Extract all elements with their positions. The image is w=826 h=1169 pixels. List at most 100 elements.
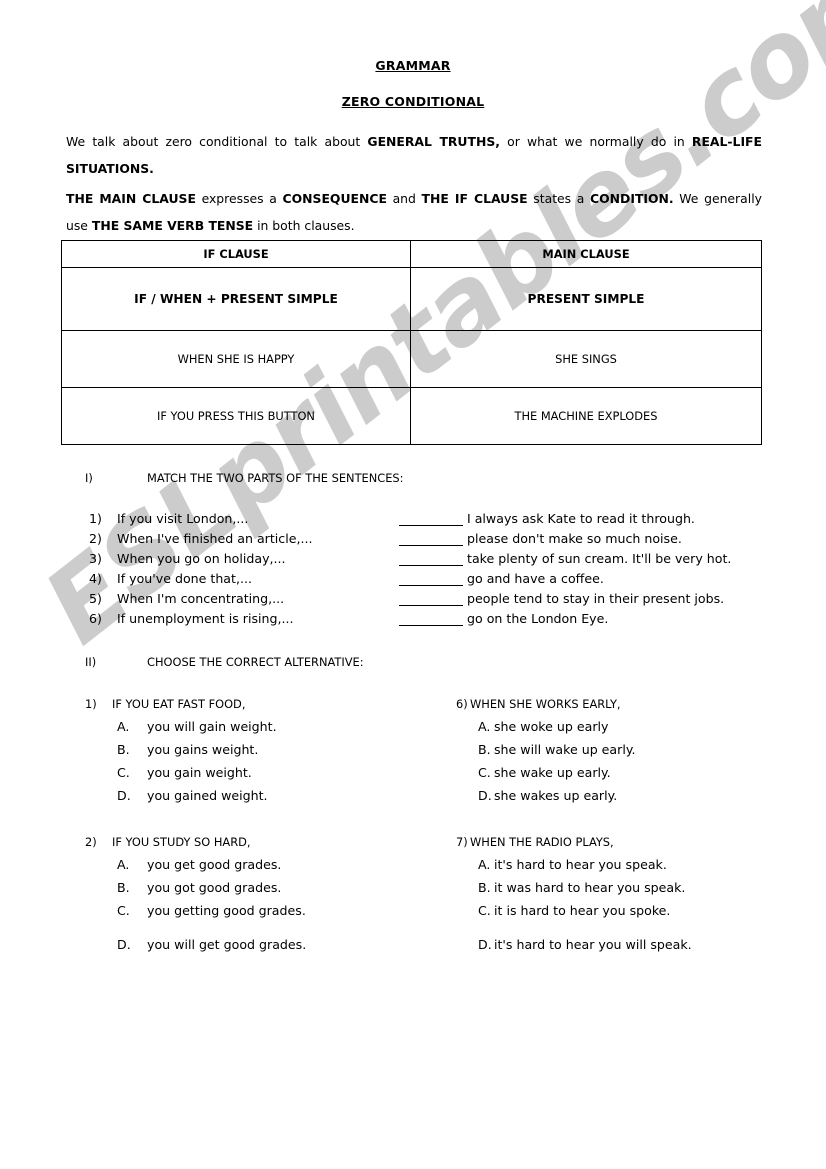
option-1d[interactable]: D. you gained weight. [85,788,277,811]
question-block-6: 6) WHEN SHE WORKS EARLY, A. she woke up ea… [456,697,636,811]
match-right-3: take plenty of sun cream. It'll be very … [467,551,732,566]
intro-p2-bold-1: THE MAIN CLAUSE [66,191,196,206]
intro-p1-bold-1: GENERAL TRUTHS, [367,134,500,149]
match-right-5: people tend to stay in their present job… [467,591,725,606]
option-7c[interactable]: C. it is hard to hear you spoke. [456,903,692,926]
intro-p2-bold-5: THE SAME VERB TENSE [91,218,254,233]
page-subtitle-text: ZERO CONDITIONAL [341,94,485,109]
match-right-2: please don't make so much noise. [467,531,682,546]
match-number-2: 2) [89,531,102,546]
option-2b[interactable]: B. you got good grades. [85,880,306,903]
table-header-if-clause: IF CLAUSE [61,240,411,268]
table-cell-if-formula: IF / WHEN + PRESENT SIMPLE [61,267,411,331]
option-letter-1b: B. [117,742,130,757]
list-item: 1) If you visit London,... I always ask … [89,511,749,531]
option-text-1b: you gains weight. [147,742,259,757]
option-text-6d: she wakes up early. [494,788,618,803]
question-stem-2: 2) IF YOU STUDY SO HARD, [85,835,306,849]
question-text-6: WHEN SHE WORKS EARLY, [470,697,621,711]
option-text-7a: it's hard to hear you speak. [494,857,667,872]
question-number-7: 7) [456,835,468,849]
matching-exercise-list: 1) If you visit London,... I always ask … [89,511,749,631]
option-letter-7b: B. [478,880,491,895]
table-cell-main-example-2: THE MACHINE EXPLODES [410,387,762,445]
match-answer-blank-1[interactable] [399,511,463,526]
question-number-2: 2) [85,835,97,849]
exercise-1-number: I) [85,471,93,485]
exercise-1-instruction: MATCH THE TWO PARTS OF THE SENTENCES: [147,471,404,485]
option-7b[interactable]: B. it was hard to hear you speak. [456,880,692,903]
page-title: GRAMMAR [0,58,826,73]
option-6c[interactable]: C. she wake up early. [456,765,636,788]
option-7d[interactable]: D. it's hard to hear you will speak. [456,937,692,960]
exercise-2-number: II) [85,655,97,669]
option-letter-2d: D. [117,937,131,952]
option-6a[interactable]: A. she woke up early [456,719,636,742]
match-answer-blank-5[interactable] [399,591,463,606]
option-letter-7c: C. [478,903,491,918]
option-text-7c: it is hard to hear you spoke. [494,903,671,918]
intro-p2-bold-2: CONSEQUENCE [282,191,387,206]
intro-p1-text-1: We talk about zero conditional to talk a… [66,134,368,149]
option-7a[interactable]: A. it's hard to hear you speak. [456,857,692,880]
match-answer-blank-4[interactable] [399,571,463,586]
match-number-4: 4) [89,571,102,586]
question-block-1: 1) IF YOU EAT FAST FOOD, A. you will gain … [85,697,277,811]
option-6b[interactable]: B. she will wake up early. [456,742,636,765]
option-letter-1a: A. [117,719,130,734]
question-text-7: WHEN THE RADIO PLAYS, [470,835,614,849]
table-cell-main-formula: PRESENT SIMPLE [410,267,762,331]
table-cell-if-example-2: IF YOU PRESS THIS BUTTON [61,387,411,445]
option-1b[interactable]: B. you gains weight. [85,742,277,765]
match-left-4: If you've done that,... [117,571,252,586]
option-text-7d: it's hard to hear you will speak. [494,937,692,952]
intro-p2-text-3: states a [527,191,591,206]
intro-p2-text-5: in both clauses. [253,218,355,233]
option-2d[interactable]: D. you will get good grades. [85,937,306,960]
match-left-2: When I've finished an article,... [117,531,313,546]
list-item: 2) When I've finished an article,... ple… [89,531,749,551]
list-item: 3) When you go on holiday,... take plent… [89,551,749,571]
intro-p2-text-2: and [386,191,422,206]
question-block-2: 2) IF YOU STUDY SO HARD, A. you get good g… [85,835,306,960]
option-text-6b: she will wake up early. [494,742,636,757]
option-text-7b: it was hard to hear you speak. [494,880,686,895]
option-letter-6a: A. [478,719,491,734]
match-left-3: When you go on holiday,... [117,551,286,566]
table-row: IF / WHEN + PRESENT SIMPLE PRESENT SIMPL… [61,267,762,331]
list-item: 4) If you've done that,... go and have a… [89,571,749,591]
match-left-1: If you visit London,... [117,511,249,526]
table-row: WHEN SHE IS HAPPY SHE SINGS [61,330,762,388]
match-answer-blank-3[interactable] [399,551,463,566]
match-answer-blank-6[interactable] [399,611,463,626]
question-text-2: IF YOU STUDY SO HARD, [112,835,251,849]
clause-table: IF CLAUSE MAIN CLAUSE IF / WHEN + PRESEN… [61,240,762,445]
match-answer-blank-2[interactable] [399,531,463,546]
question-number-1: 1) [85,697,97,711]
option-text-1c: you gain weight. [147,765,252,780]
option-6d[interactable]: D. she wakes up early. [456,788,636,811]
match-right-1: I always ask Kate to read it through. [467,511,695,526]
option-2c[interactable]: C. you getting good grades. [85,903,306,926]
intro-p1-text-2: or what we normally do in [499,134,692,149]
match-left-6: If unemployment is rising,... [117,611,294,626]
option-2a[interactable]: A. you get good grades. [85,857,306,880]
match-number-3: 3) [89,551,102,566]
intro-paragraph-1: We talk about zero conditional to talk a… [66,128,762,182]
table-header-main-clause: MAIN CLAUSE [410,240,762,268]
intro-p2-bold-4: CONDITION. [590,191,674,206]
option-text-2d: you will get good grades. [147,937,307,952]
match-right-4: go and have a coffee. [467,571,604,586]
option-letter-2c: C. [117,903,130,918]
option-1c[interactable]: C. you gain weight. [85,765,277,788]
option-1a[interactable]: A. you will gain weight. [85,719,277,742]
question-block-7: 7) WHEN THE RADIO PLAYS, A. it's hard to h… [456,835,692,960]
match-right-6: go on the London Eye. [467,611,609,626]
option-letter-7a: A. [478,857,491,872]
worksheet-page: GRAMMAR ZERO CONDITIONAL We talk about z… [0,0,826,1169]
list-item: 6) If unemployment is rising,... go on t… [89,611,749,631]
option-letter-2b: B. [117,880,130,895]
option-letter-1c: C. [117,765,130,780]
match-number-6: 6) [89,611,102,626]
option-text-2b: you got good grades. [147,880,282,895]
